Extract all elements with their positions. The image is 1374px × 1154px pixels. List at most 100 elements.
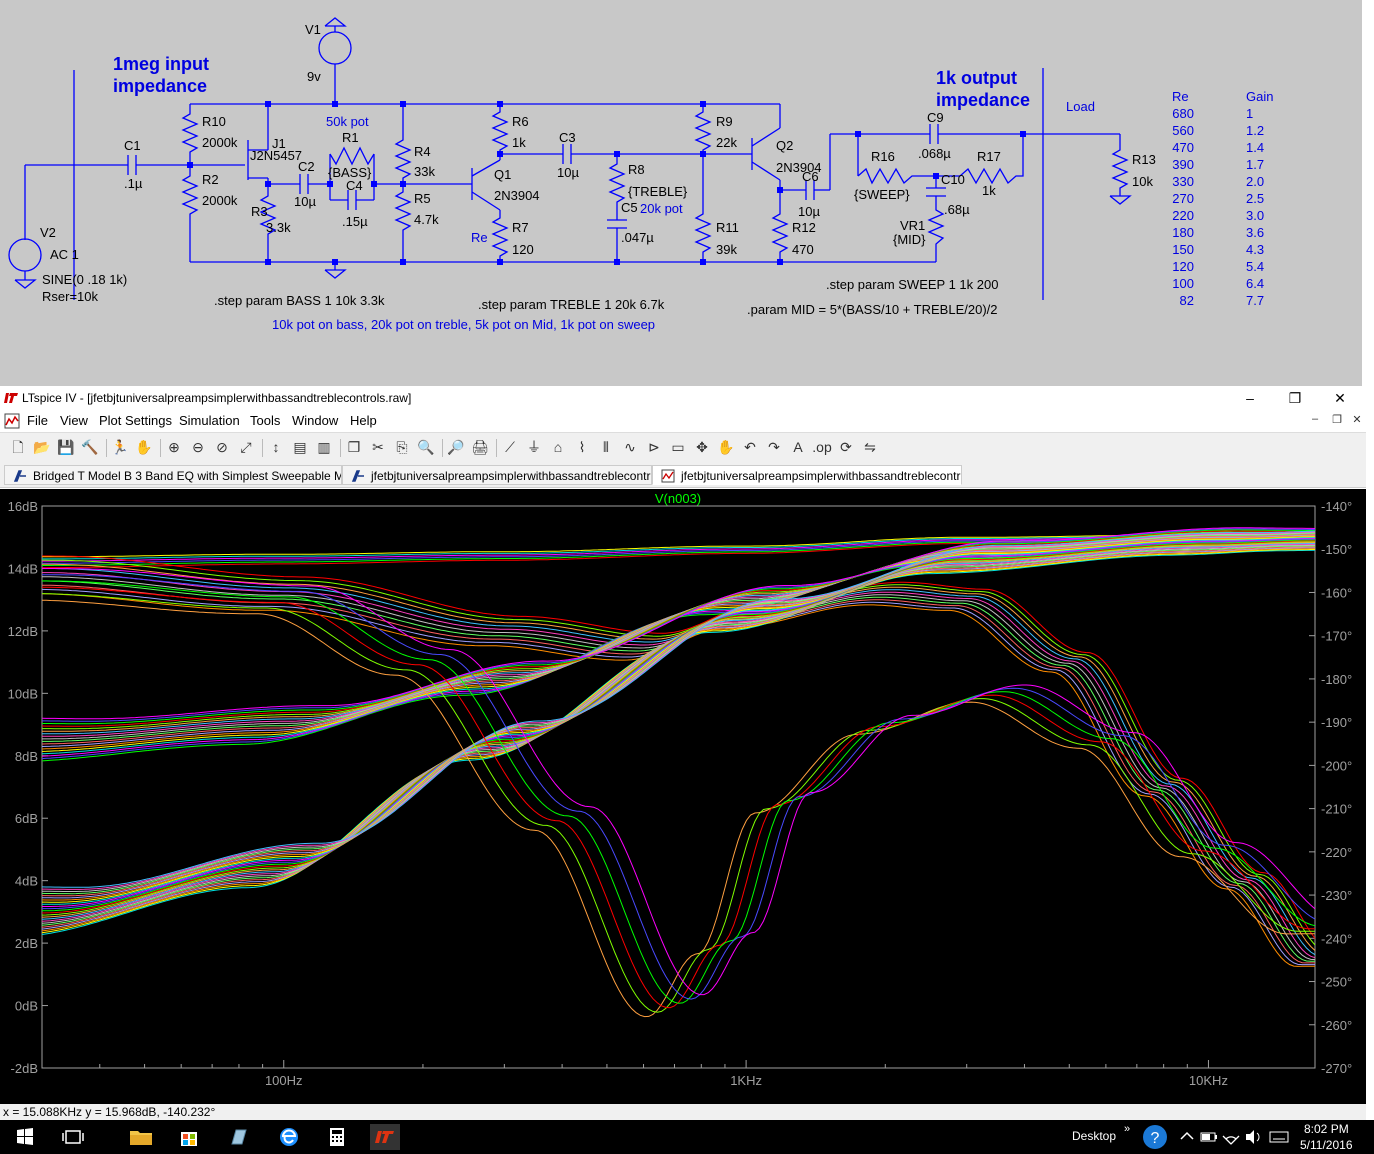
directive-mid: .param MID = 5*(BASS/10 + TREBLE/20)/2 (747, 302, 998, 317)
y2-tick-label: -180° (1321, 672, 1352, 687)
tab-bridged-t-asc[interactable]: Bridged T Model B 3 Band EQ with Simples… (4, 465, 342, 485)
copy-icon[interactable]: ⎘ (392, 437, 412, 457)
c5-value: .047µ (621, 230, 654, 245)
spice-directive-icon[interactable]: .op (812, 437, 832, 457)
text-icon[interactable]: A (788, 437, 808, 457)
find-icon[interactable]: 🔍 (416, 437, 436, 457)
diode-icon[interactable]: ⊳ (644, 437, 664, 457)
menu-window[interactable]: Window (292, 413, 338, 428)
autorange-icon[interactable]: ↕ (266, 437, 286, 457)
help-icon[interactable]: ? (1140, 1124, 1170, 1150)
resistor-icon[interactable]: ⌇ (572, 437, 592, 457)
zoom-full-icon[interactable]: ⤢ (236, 437, 256, 457)
r17-label: R17 (977, 149, 1001, 164)
cut-icon[interactable]: ✂ (368, 437, 388, 457)
mdi-minimize-button[interactable]: – (1306, 413, 1324, 429)
cascade-icon[interactable]: ❐ (344, 437, 364, 457)
x-tick-label: 1KHz (730, 1073, 762, 1088)
capacitor-icon[interactable]: ⫴ (596, 437, 616, 457)
app-icon[interactable] (224, 1124, 254, 1150)
zoom-in-icon[interactable]: ⊕ (164, 437, 184, 457)
inductor-icon[interactable]: ∿ (620, 437, 640, 457)
y-tick-label: 14dB (8, 561, 38, 576)
toolbar-separator (442, 439, 443, 457)
undo-icon[interactable]: ↶ (740, 437, 760, 457)
table-re-value: 180 (1172, 225, 1194, 240)
clock-date[interactable]: 5/11/2016 (1300, 1138, 1353, 1152)
component-icon[interactable]: ▭ (668, 437, 688, 457)
toolbar-expand-chevron[interactable]: » (1124, 1123, 1130, 1135)
x-tick-label: 100Hz (265, 1073, 303, 1088)
edge-browser-icon[interactable] (274, 1124, 304, 1150)
toolbar-separator (340, 439, 341, 457)
r13-value: 10k (1132, 174, 1153, 189)
tab-jfet-raw[interactable]: jfetbjtuniversalpreampsimplerwithbassand… (652, 465, 962, 485)
close-button[interactable]: ✕ (1320, 387, 1360, 409)
calculator-icon[interactable] (322, 1124, 352, 1150)
trace-hump_high (42, 563, 1316, 951)
c9-value: .068µ (918, 146, 951, 161)
new-schematic-icon[interactable]: 🗋 (8, 437, 28, 457)
print-icon[interactable]: 🖨 (470, 437, 490, 457)
drag-icon[interactable]: ✋ (716, 437, 736, 457)
task-view-icon[interactable] (58, 1124, 88, 1150)
label-icon[interactable]: ⌂ (548, 437, 568, 457)
open-icon[interactable]: 📂 (32, 437, 52, 457)
ltspice-taskbar-icon[interactable] (370, 1124, 400, 1150)
x-tick-label: 10KHz (1189, 1073, 1228, 1088)
trace-rising_mid (42, 531, 1315, 730)
waveform-plot-pane[interactable]: V(n003) 16dB 14dB 12dB 10dB 8dB 6dB 4dB 2dB 0dB -… (0, 489, 1366, 1104)
menu-help[interactable]: Help (350, 413, 377, 428)
trace-label[interactable]: V(n003) (655, 491, 701, 506)
r8-label: R8 (628, 162, 645, 177)
mdi-close-button[interactable]: ✕ (1348, 413, 1366, 429)
halt-icon[interactable]: ✋ (134, 437, 154, 457)
menu-simulation[interactable]: Simulation (179, 413, 240, 428)
desktop-toolbar-label[interactable]: Desktop (1072, 1129, 1116, 1143)
move-icon[interactable]: ✥ (692, 437, 712, 457)
plot-frame (41, 505, 1316, 1069)
waveform-doc-icon[interactable] (4, 413, 20, 429)
keyboard-icon[interactable] (1264, 1124, 1294, 1150)
y-tick-label: 2dB (15, 936, 38, 951)
windows-start-icon[interactable] (10, 1124, 40, 1150)
minimize-button[interactable]: – (1230, 387, 1270, 409)
save-icon[interactable]: 💾 (56, 437, 76, 457)
zoom-fit-icon[interactable]: ⊘ (212, 437, 232, 457)
ground-icon[interactable]: ⏚ (524, 437, 544, 457)
print-preview-icon[interactable]: 🔎 (446, 437, 466, 457)
tile-h-icon[interactable]: ▤ (290, 437, 310, 457)
mirror-icon[interactable]: ⇋ (860, 437, 880, 457)
re-label: Re (471, 230, 488, 245)
c2-label: C2 (298, 159, 315, 174)
windows-taskbar: Desktop » ? 8:02 PM 5/11/2016 (0, 1120, 1374, 1154)
schematic-canvas: V1 9v 1meg input impedance 1k output imp… (8, 17, 1273, 332)
menu-tools[interactable]: Tools (250, 413, 280, 428)
tab-jfet-asc[interactable]: jfetbjtuniversalpreampsimplerwithbassand… (342, 465, 652, 485)
clock-time[interactable]: 8:02 PM (1304, 1122, 1349, 1136)
store-icon[interactable] (174, 1124, 204, 1150)
c4-value: .15µ (342, 214, 368, 229)
v2-label: V2 (40, 225, 56, 240)
wire-icon[interactable]: ⟋ (500, 437, 520, 457)
rotate-icon[interactable]: ⟳ (836, 437, 856, 457)
table-gain-value: 1.2 (1246, 123, 1264, 138)
maximize-button[interactable]: ❐ (1275, 387, 1315, 409)
vr1-value: {MID} (893, 232, 926, 247)
file-explorer-icon[interactable] (126, 1124, 156, 1150)
bode-plot[interactable]: V(n003) 16dB 14dB 12dB 10dB 8dB 6dB 4dB 2dB 0dB -… (0, 489, 1366, 1104)
c3-label: C3 (559, 130, 576, 145)
redo-icon[interactable]: ↷ (764, 437, 784, 457)
tile-v-icon[interactable]: ▥ (314, 437, 334, 457)
r8-value: {TREBLE} (628, 184, 688, 199)
run-icon[interactable]: 🏃 (110, 437, 130, 457)
mdi-restore-button[interactable]: ❐ (1328, 413, 1346, 429)
menu-view[interactable]: View (60, 413, 88, 428)
menu-plot-settings[interactable]: Plot Settings (99, 413, 172, 428)
control-panel-icon[interactable]: 🔨 (80, 437, 100, 457)
r4-label: R4 (414, 144, 431, 159)
menu-file[interactable]: File (27, 413, 48, 428)
zoom-out-icon[interactable]: ⊖ (188, 437, 208, 457)
trace-notch (41, 593, 1316, 1013)
y-tick-label: 12dB (8, 624, 38, 639)
